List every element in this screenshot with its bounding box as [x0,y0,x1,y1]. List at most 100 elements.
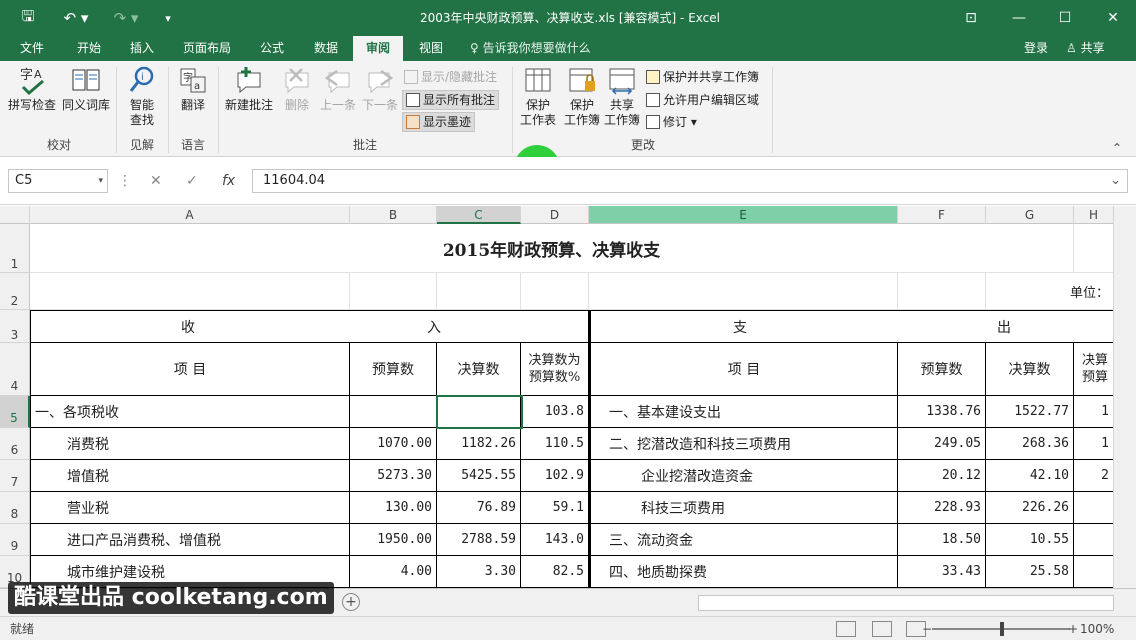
income-header[interactable]: 收 入 [30,310,589,343]
income-item[interactable]: 进口产品消费税、增值税 [30,524,350,556]
tell-me-search[interactable]: ♀ 告诉我你想要做什么 [470,36,591,61]
column-header-e[interactable]: E [589,206,898,224]
cell-d2[interactable] [521,273,589,310]
save-icon[interactable]: 🖫 [14,0,42,36]
smart-lookup-button[interactable]: i 智能 查找 [122,65,162,128]
translate-button[interactable]: 字a 翻译 [172,65,214,113]
row-header-7[interactable]: 7 [0,460,30,492]
header-ratio-income[interactable]: 决算数为 预算数% [521,343,589,396]
expense-final[interactable]: 25.58 [986,556,1074,588]
row-header-8[interactable]: 8 [0,492,30,524]
allow-edit-ranges-button[interactable]: 允许用户编辑区域 [646,90,759,110]
zoom-in-button[interactable]: + [1068,617,1078,640]
income-ratio[interactable]: 110.5 [521,428,589,460]
collapse-ribbon-icon[interactable]: ⌃ [1112,141,1122,155]
redo-icon[interactable]: ↷ ▾ [106,0,146,36]
page-layout-view-icon[interactable] [872,621,892,637]
zoom-slider-handle[interactable] [1000,622,1004,636]
income-item[interactable]: 一、各项税收 [30,396,350,428]
zoom-level[interactable]: 100% [1080,617,1114,640]
income-item[interactable]: 营业税 [30,492,350,524]
column-header-a[interactable]: A [30,206,350,224]
column-header-d[interactable]: D [521,206,589,224]
expense-ratio-partial[interactable]: 1 [1074,428,1114,460]
enter-icon[interactable]: ✓ [186,169,198,193]
header-ratio-expense[interactable]: 决算 预算 [1074,343,1114,396]
row-header-1[interactable]: 1 [0,224,30,273]
login-link[interactable]: 登录 [1024,36,1048,61]
income-ratio[interactable]: 102.9 [521,460,589,492]
unit-label[interactable]: 单位： [986,273,1114,310]
sheet-title[interactable]: 2015年财政预算、决算收支 [30,224,1074,273]
income-item[interactable]: 消费税 [30,428,350,460]
cell-c2[interactable] [437,273,521,310]
cell-f2[interactable] [898,273,986,310]
expense-final[interactable]: 42.10 [986,460,1074,492]
cell-e2[interactable] [589,273,898,310]
expense-item[interactable]: 三、流动资金 [589,524,898,556]
expense-item[interactable]: 二、挖潜改造和科技三项费用 [589,428,898,460]
expense-ratio-partial[interactable] [1074,556,1114,588]
header-final-income[interactable]: 决算数 [437,343,521,396]
expense-budget[interactable]: 33.43 [898,556,986,588]
row-header-9[interactable]: 9 [0,524,30,556]
expense-item[interactable]: 四、地质勘探费 [589,556,898,588]
undo-icon[interactable]: ↶ ▾ [56,0,96,36]
tab-formulas[interactable]: 公式 [248,36,296,61]
maximize-button[interactable]: ☐ [1042,0,1088,36]
protect-sheet-button[interactable]: 保护 工作表 [516,65,560,128]
share-workbook-button[interactable]: 共享 工作簿 [602,65,642,128]
tab-data[interactable]: 数据 [302,36,350,61]
header-item-income[interactable]: 项 目 [30,343,350,396]
expand-formula-icon[interactable]: ⌄ [1110,170,1121,192]
expense-final[interactable]: 1522.77 [986,396,1074,428]
next-comment-button[interactable]: 下一条 [360,65,400,113]
column-header-b[interactable]: B [350,206,437,224]
protect-workbook-button[interactable]: 保护 工作簿 [562,65,602,128]
income-ratio[interactable]: 103.8 [521,396,589,428]
expense-final[interactable]: 268.36 [986,428,1074,460]
tab-review[interactable]: 审阅 [353,36,403,61]
cell-b2[interactable] [350,273,437,310]
expense-header[interactable]: 支 出 [589,310,1114,343]
vertical-scrollbar[interactable] [1113,206,1136,588]
row-header-5[interactable]: 5 [0,396,30,428]
expense-item[interactable]: 科技三项费用 [589,492,898,524]
income-budget[interactable]: 5273.30 [350,460,437,492]
cell-a2[interactable] [30,273,350,310]
expense-budget[interactable]: 228.93 [898,492,986,524]
show-all-comments-button[interactable]: 显示所有批注 [402,90,500,110]
tab-page-layout[interactable]: 页面布局 [172,36,242,61]
expense-item[interactable]: 一、基本建设支出 [589,396,898,428]
row-header-3[interactable]: 3 [0,310,30,343]
expense-final[interactable]: 10.55 [986,524,1074,556]
track-changes-button[interactable]: 修订 ▾ [646,112,697,132]
expense-budget[interactable]: 1338.76 [898,396,986,428]
header-item-expense[interactable]: 项 目 [589,343,898,396]
expense-item[interactable]: 企业挖潜改造资金 [589,460,898,492]
new-comment-button[interactable]: 新建批注 [222,65,276,113]
spell-check-button[interactable]: 字A 拼写检查 [6,65,58,113]
income-ratio[interactable]: 82.5 [521,556,589,588]
income-final[interactable]: 1182.26 [437,428,521,460]
income-budget[interactable]: 4.00 [350,556,437,588]
column-header-h[interactable]: H [1074,206,1114,224]
tab-view[interactable]: 视图 [408,36,454,61]
column-header-f[interactable]: F [898,206,986,224]
column-header-g[interactable]: G [986,206,1074,224]
customize-quick-access-icon[interactable]: ▾ [156,0,180,36]
header-budget-income[interactable]: 预算数 [350,343,437,396]
expense-budget[interactable]: 249.05 [898,428,986,460]
income-final[interactable]: 5425.55 [437,460,521,492]
worksheet-grid[interactable]: A B C D E F G H 1 2 3 4 5 6 7 8 9 10 201… [0,206,1136,588]
income-item[interactable]: 增值税 [30,460,350,492]
add-sheet-button[interactable]: + [342,593,360,611]
tab-file[interactable]: 文件 [8,36,56,61]
expense-ratio-partial[interactable]: 2 [1074,460,1114,492]
tab-insert[interactable]: 插入 [118,36,166,61]
expense-ratio-partial[interactable] [1074,492,1114,524]
protect-and-share-button[interactable]: 保护并共享工作簿 [646,67,759,87]
show-ink-button[interactable]: 显示墨迹 [402,112,476,132]
share-button[interactable]: ♙ 共享 [1066,36,1105,61]
header-final-expense[interactable]: 决算数 [986,343,1074,396]
